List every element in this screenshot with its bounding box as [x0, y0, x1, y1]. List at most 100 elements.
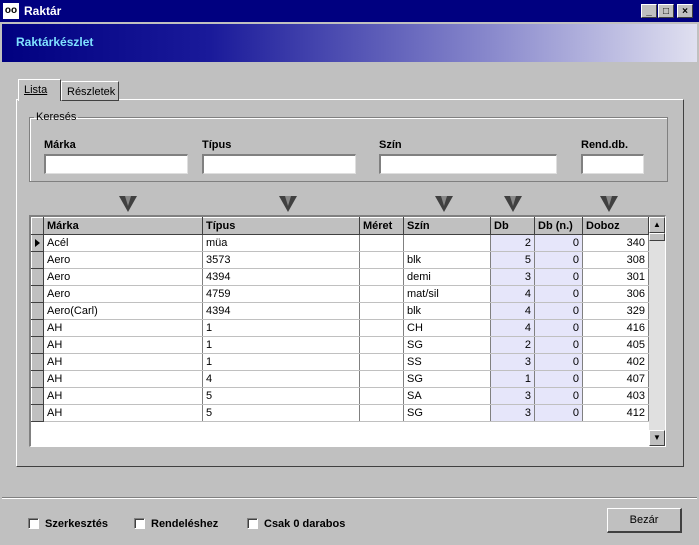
table-cell[interactable]: [359, 251, 404, 269]
row-indicator[interactable]: [31, 234, 44, 252]
table-cell[interactable]: 416: [582, 319, 649, 337]
column-header[interactable]: Db: [490, 217, 535, 235]
table-row[interactable]: Aero 3573 blk 5 0 308: [31, 251, 656, 269]
table-cell[interactable]: AH: [43, 319, 203, 337]
glasses-icon[interactable]: oo: [3, 3, 19, 19]
edit-checkbox[interactable]: Szerkesztés: [28, 517, 108, 531]
table-cell[interactable]: Aero: [43, 285, 203, 303]
row-indicator[interactable]: [31, 353, 44, 371]
table-row[interactable]: AH 5 SG 3 0 412: [31, 404, 656, 422]
row-indicator[interactable]: [31, 387, 44, 405]
row-indicator[interactable]: [31, 336, 44, 354]
table-cell[interactable]: AH: [43, 387, 203, 405]
table-cell[interactable]: SG: [403, 404, 491, 422]
table-cell[interactable]: [359, 336, 404, 354]
column-header[interactable]: Típus: [202, 217, 360, 235]
row-indicator[interactable]: [31, 319, 44, 337]
scroll-thumb[interactable]: [649, 233, 665, 241]
table-cell[interactable]: 407: [582, 370, 649, 388]
table-cell[interactable]: SG: [403, 336, 491, 354]
table-cell[interactable]: 0: [534, 387, 583, 405]
table-cell[interactable]: 306: [582, 285, 649, 303]
table-cell[interactable]: 0: [534, 268, 583, 286]
zero-only-checkbox[interactable]: Csak 0 darabos: [247, 517, 345, 531]
table-cell[interactable]: demi: [403, 268, 491, 286]
sort-arrow-icon-color[interactable]: [435, 196, 453, 212]
sort-arrow-icon-brand[interactable]: [119, 196, 137, 212]
table-cell[interactable]: [359, 319, 404, 337]
table-cell[interactable]: 0: [534, 251, 583, 269]
table-cell[interactable]: 0: [534, 285, 583, 303]
row-indicator[interactable]: [31, 268, 44, 286]
table-cell[interactable]: [359, 353, 404, 371]
table-cell[interactable]: 402: [582, 353, 649, 371]
inventory-grid[interactable]: Márka Típus Méret Szín Db Db (n.) Doboz Acél mü…: [29, 215, 666, 447]
table-cell[interactable]: 5: [202, 404, 360, 422]
table-cell[interactable]: 4: [490, 319, 535, 337]
table-cell[interactable]: [359, 302, 404, 320]
scroll-up-icon[interactable]: ▲: [649, 217, 665, 233]
table-cell[interactable]: 308: [582, 251, 649, 269]
table-cell[interactable]: [359, 268, 404, 286]
order-checkbox[interactable]: Rendeléshez: [134, 517, 218, 531]
row-indicator[interactable]: [31, 251, 44, 269]
table-cell[interactable]: Acél: [43, 234, 203, 252]
table-cell[interactable]: 3: [490, 404, 535, 422]
minimize-button[interactable]: _: [641, 4, 657, 18]
order-qty-input[interactable]: [581, 154, 644, 174]
table-cell[interactable]: 4759: [202, 285, 360, 303]
table-cell[interactable]: 4: [490, 285, 535, 303]
table-row[interactable]: AH 5 SA 3 0 403: [31, 387, 656, 405]
table-cell[interactable]: blk: [403, 302, 491, 320]
column-header[interactable]: Méret: [359, 217, 404, 235]
table-cell[interactable]: 329: [582, 302, 649, 320]
table-cell[interactable]: 1: [202, 336, 360, 354]
brand-input[interactable]: [44, 154, 188, 174]
table-cell[interactable]: 405: [582, 336, 649, 354]
table-cell[interactable]: SA: [403, 387, 491, 405]
table-cell[interactable]: [359, 234, 404, 252]
maximize-button[interactable]: □: [658, 4, 674, 18]
table-cell[interactable]: AH: [43, 336, 203, 354]
table-cell[interactable]: 0: [534, 302, 583, 320]
table-cell[interactable]: mat/sil: [403, 285, 491, 303]
vertical-scrollbar[interactable]: ▲ ▼: [649, 217, 665, 446]
table-cell[interactable]: [403, 234, 491, 252]
table-row[interactable]: AH 1 SG 2 0 405: [31, 336, 656, 354]
table-cell[interactable]: AH: [43, 353, 203, 371]
sort-arrow-icon-box[interactable]: [600, 196, 618, 212]
order-checkbox-box[interactable]: [134, 518, 145, 529]
table-row[interactable]: AH 1 SS 3 0 402: [31, 353, 656, 371]
table-cell[interactable]: 403: [582, 387, 649, 405]
table-cell[interactable]: 1: [202, 319, 360, 337]
table-cell[interactable]: [359, 404, 404, 422]
table-cell[interactable]: 1: [490, 370, 535, 388]
table-cell[interactable]: Aero: [43, 268, 203, 286]
table-row[interactable]: AH 1 CH 4 0 416: [31, 319, 656, 337]
sort-arrow-icon-qty[interactable]: [504, 196, 522, 212]
table-cell[interactable]: 0: [534, 336, 583, 354]
table-cell[interactable]: müa: [202, 234, 360, 252]
table-cell[interactable]: AH: [43, 404, 203, 422]
table-row[interactable]: Aero 4759 mat/sil 4 0 306: [31, 285, 656, 303]
title-bar[interactable]: oo Raktár _ □ ×: [0, 0, 699, 22]
tab-reszletek[interactable]: Részletek: [61, 81, 119, 101]
row-indicator[interactable]: [31, 404, 44, 422]
table-row[interactable]: Acél müa 2 0 340: [31, 234, 656, 252]
table-cell[interactable]: 4: [490, 302, 535, 320]
table-cell[interactable]: 0: [534, 319, 583, 337]
table-cell[interactable]: Aero: [43, 251, 203, 269]
table-cell[interactable]: 3: [490, 353, 535, 371]
table-cell[interactable]: [359, 370, 404, 388]
column-header[interactable]: Doboz: [582, 217, 649, 235]
table-cell[interactable]: 5: [490, 251, 535, 269]
table-cell[interactable]: 301: [582, 268, 649, 286]
row-indicator[interactable]: [31, 302, 44, 320]
table-cell[interactable]: 4: [202, 370, 360, 388]
table-cell[interactable]: CH: [403, 319, 491, 337]
table-cell[interactable]: 340: [582, 234, 649, 252]
close-window-button[interactable]: ×: [677, 4, 693, 18]
table-cell[interactable]: 4394: [202, 302, 360, 320]
tab-lista[interactable]: Lista: [18, 79, 61, 101]
row-indicator[interactable]: [31, 370, 44, 388]
